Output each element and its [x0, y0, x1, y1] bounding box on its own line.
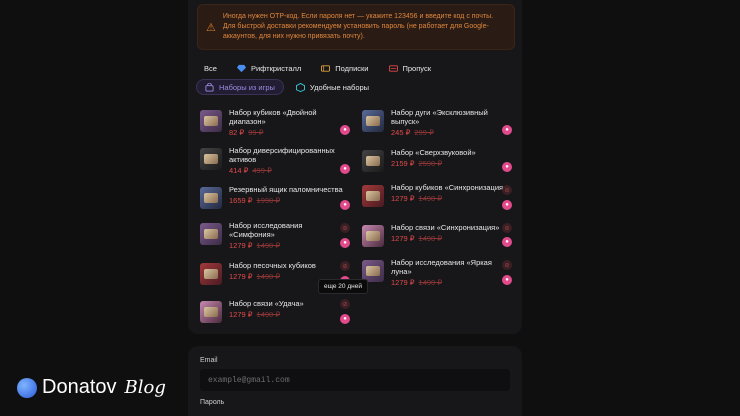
- tab-game-bundles[interactable]: Наборы из игры: [196, 79, 284, 95]
- bundle-old-price: 499 ₽: [252, 166, 272, 175]
- tab-label: Удобные наборы: [309, 82, 370, 92]
- add-to-cart-icon[interactable]: ●: [502, 275, 512, 285]
- bundle-price: 1279 ₽: [229, 272, 253, 281]
- bundle-thumbnail: [200, 301, 222, 323]
- add-to-cart-icon[interactable]: ●: [340, 164, 350, 174]
- tab-pass[interactable]: Пропуск: [381, 60, 440, 76]
- bundle-old-price: 299 ₽: [414, 128, 434, 137]
- tab-label: Пропуск: [402, 63, 432, 73]
- password-label: Пароль: [200, 399, 225, 406]
- bundle-price: 82 ₽: [229, 128, 245, 137]
- add-to-cart-icon[interactable]: ●: [340, 125, 350, 135]
- list-item: Набор кубиков «Синхронизация» 1279 ₽1490…: [362, 183, 512, 215]
- bundle-old-price: 2590 ₽: [418, 159, 443, 168]
- ticket-icon: [321, 64, 331, 73]
- bundle-thumbnail: [200, 263, 222, 285]
- list-item: Набор диверсифицированных активов 414 ₽4…: [200, 146, 350, 178]
- brand-suffix: Blog: [124, 377, 166, 398]
- bundle-price: 1279 ₽: [391, 234, 415, 243]
- bundle-old-price: 1490 ₽: [256, 272, 281, 281]
- unavailable-icon: ⊘: [340, 261, 350, 271]
- unavailable-icon: ⊘: [340, 223, 350, 233]
- bundle-price: 414 ₽: [229, 166, 249, 175]
- bundle-name: Набор исследования «Симфония»: [229, 221, 303, 239]
- email-label: Email: [200, 357, 218, 364]
- pass-icon: [388, 64, 398, 73]
- bundle-thumbnail: [362, 150, 384, 172]
- bundle-old-price: 1490 ₽: [256, 241, 281, 250]
- bundle-name: Набор кубиков «Двойной диапазон»: [229, 108, 317, 126]
- bundle-old-price: 1490 ₽: [418, 234, 443, 243]
- unavailable-icon: ⊘: [502, 223, 512, 233]
- diamond-icon: [236, 64, 246, 73]
- add-to-cart-icon[interactable]: ●: [502, 162, 512, 172]
- bundle-thumbnail: [362, 225, 384, 247]
- list-item: Набор дуги «Эксклюзивный выпуск» 245 ₽29…: [362, 108, 512, 140]
- bundle-name: Резервный ящик паломничества: [229, 185, 343, 194]
- bundle-price: 1279 ₽: [229, 241, 253, 250]
- box-icon: [295, 82, 305, 92]
- unavailable-icon: ⊘: [340, 299, 350, 309]
- bundle-name: Набор связи «Синхронизация»: [391, 223, 500, 232]
- bundle-price: 1659 ₽: [229, 196, 253, 205]
- tab-label: Все: [204, 63, 217, 73]
- add-to-cart-icon[interactable]: ●: [340, 200, 350, 210]
- unavailable-icon: ⊘: [502, 185, 512, 195]
- bundle-thumbnail: [200, 187, 222, 209]
- list-item: Набор связи «Удача» 1279 ₽1490 ₽ ⊘ ●: [200, 299, 350, 331]
- tab-label: Рифткристалл: [250, 63, 302, 73]
- list-item: Набор исследования «Симфония» 1279 ₽1490…: [200, 221, 350, 253]
- bundle-name: Набор «Сверхзвуковой»: [391, 148, 476, 157]
- warning-text: Иногда нужен OTP-код. Если пароля нет — …: [222, 13, 494, 40]
- brand-logo-icon: [17, 377, 37, 398]
- bundle-name: Набор песочных кубиков: [229, 261, 316, 270]
- bundle-name: Набор кубиков «Синхронизация»: [391, 183, 508, 192]
- add-to-cart-icon[interactable]: ●: [502, 237, 512, 247]
- bundle-thumbnail: [200, 148, 222, 170]
- add-to-cart-icon[interactable]: ●: [340, 314, 350, 324]
- tab-label: Подписки: [335, 63, 369, 73]
- bundle-name: Набор связи «Удача»: [229, 299, 304, 308]
- bundle-price: 1279 ₽: [391, 278, 415, 287]
- list-item: Резервный ящик паломничества 1659 ₽1990 …: [200, 185, 350, 217]
- tab-subscriptions[interactable]: Подписки: [313, 60, 376, 76]
- list-item: Набор связи «Синхронизация» 1279 ₽1490 ₽…: [362, 223, 512, 255]
- list-item: Набор исследования «Яркая луна» 1279 ₽14…: [362, 258, 512, 290]
- bundle-thumbnail: [362, 185, 384, 207]
- bundle-price: 2159 ₽: [391, 159, 415, 168]
- add-to-cart-icon[interactable]: ●: [340, 238, 350, 248]
- bag-icon: [205, 82, 214, 92]
- tab-convenient-bundles[interactable]: Удобные наборы: [288, 79, 377, 95]
- bundle-name: Набор диверсифицированных активов: [229, 146, 335, 164]
- add-to-cart-icon[interactable]: ●: [502, 125, 512, 135]
- brand-name: Donatov: [42, 376, 117, 398]
- otp-warning: ⚠ Иногда нужен OTP-код. Если пароля нет …: [197, 4, 515, 50]
- bundle-price: 245 ₽: [391, 128, 411, 137]
- bundle-old-price: 1490 ₽: [418, 194, 443, 203]
- bundle-old-price: 99 ₽: [248, 128, 264, 137]
- bundle-old-price: 1490 ₽: [256, 310, 281, 319]
- tab-label: Наборы из игры: [219, 82, 275, 92]
- unavailable-icon: ⊘: [502, 260, 512, 270]
- list-item: Набор кубиков «Двойной диапазон» 82 ₽99 …: [200, 108, 350, 140]
- bundle-thumbnail: [200, 223, 222, 245]
- bundle-thumbnail: [200, 110, 222, 132]
- bundle-old-price: 1990 ₽: [256, 196, 281, 205]
- category-tabs: Все Рифткристалл Подписки Пропуск: [196, 60, 439, 76]
- tab-riftcrystal[interactable]: Рифткристалл: [229, 60, 309, 76]
- bundle-name: Набор дуги «Эксклюзивный выпуск»: [391, 108, 488, 126]
- list-item: Набор «Сверхзвуковой» 2159 ₽2590 ₽ ●: [362, 148, 512, 180]
- warning-icon: ⚠: [206, 21, 216, 34]
- availability-tooltip: еще 20 дней: [318, 279, 368, 294]
- bundle-price: 1279 ₽: [391, 194, 415, 203]
- bundle-price: 1279 ₽: [229, 310, 253, 319]
- bundle-tabs: Наборы из игры Удобные наборы: [196, 79, 377, 95]
- email-field[interactable]: [200, 369, 510, 391]
- brand-watermark: Donatov Blog: [17, 376, 166, 399]
- bundle-name: Набор исследования «Яркая луна»: [391, 258, 492, 276]
- add-to-cart-icon[interactable]: ●: [502, 200, 512, 210]
- bundle-thumbnail: [362, 110, 384, 132]
- bundle-old-price: 1490 ₽: [418, 278, 443, 287]
- tab-all[interactable]: Все: [196, 60, 225, 76]
